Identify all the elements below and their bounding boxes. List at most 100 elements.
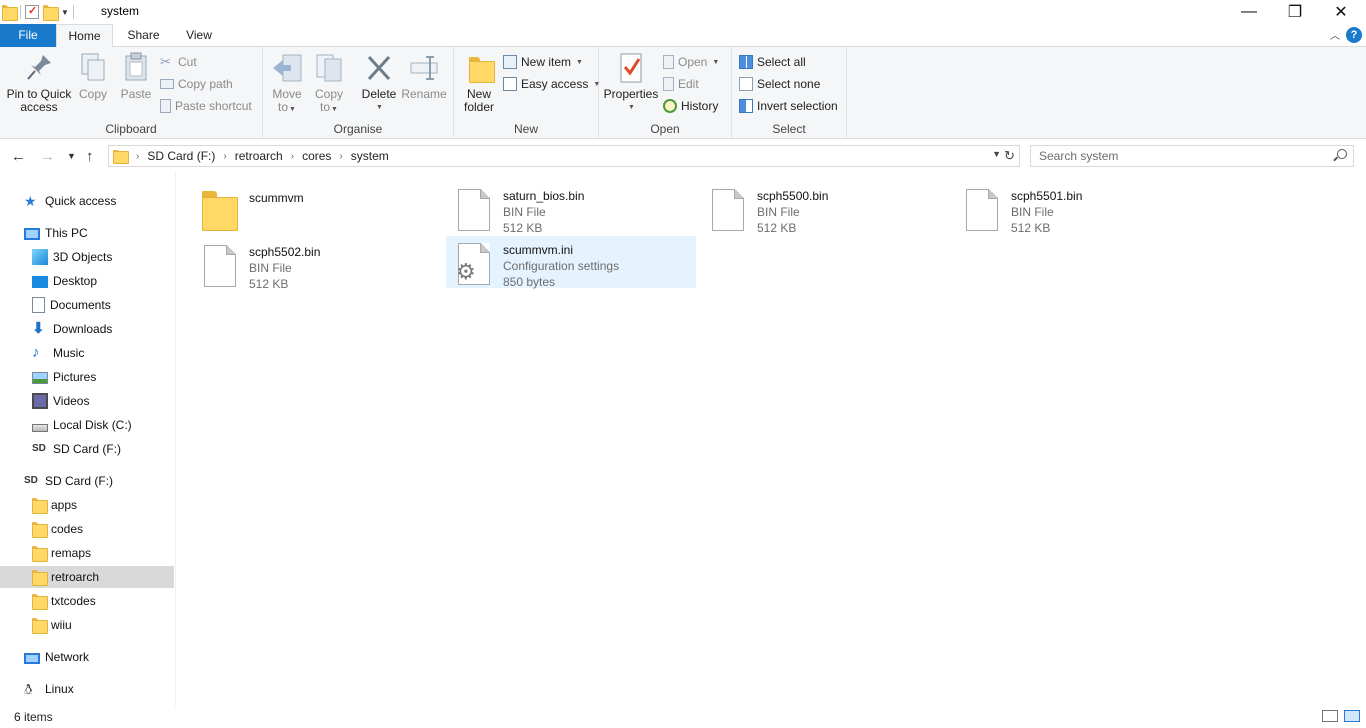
music-note-icon: ♪ [32,344,40,361]
delete-button[interactable]: Delete ▼ [359,51,399,114]
blank-file-icon [454,187,490,231]
sidebar-item-wiiu[interactable]: wiiu [32,614,72,636]
tab-view[interactable]: View [175,24,223,47]
new-item-button[interactable]: New item ▼ [503,52,583,72]
sidebar-item-videos[interactable]: Videos [32,390,89,412]
tab-share[interactable]: Share [118,24,169,47]
sidebar-item-retroarch[interactable]: retroarch [0,566,174,588]
cut-button[interactable]: ✂ Cut [160,52,197,72]
new-folder-button[interactable]: New folder [460,51,498,114]
delete-label: Delete [361,87,397,101]
file-tile-scummvm-ini[interactable]: ⚙ scummvm.ini Configuration settings 850… [446,236,696,289]
new-folder-qat-icon[interactable] [43,5,59,21]
breadcrumb-retroarch[interactable]: retroarch [235,149,283,163]
forward-button[interactable]: → [40,148,55,165]
pin-to-quick-access-button[interactable]: Pin to Quick access [4,51,74,114]
ribbon: Pin to Quick access Copy Paste ✂ Cut Cop… [0,47,1366,139]
history-button[interactable]: History [663,96,718,116]
minimize-button[interactable]: — [1226,0,1272,24]
file-tile-scph5501[interactable]: scph5501.bin BIN File 512 KB [954,182,1204,235]
breadcrumb-cores[interactable]: cores [302,149,331,163]
help-icon[interactable]: ? [1346,27,1362,43]
file-tile-scph5502[interactable]: scph5502.bin BIN File 512 KB [192,238,442,291]
move-to-button[interactable]: Move to▼ [269,51,305,116]
details-view-icon[interactable] [1322,710,1338,722]
file-name: scummvm.ini [503,243,574,257]
navigation-bar: ← → ▼ ↑ › SD Card (F:) › retroarch › cor… [0,140,1366,172]
tab-file[interactable]: File [0,24,56,47]
sd-card-icon: SD [32,443,46,454]
breadcrumb-sd-card[interactable]: SD Card (F:) [147,149,215,163]
easy-access-button[interactable]: Easy access ▼ [503,74,600,94]
qat-dropdown-icon[interactable]: ▼ [61,8,69,17]
location-folder-icon [113,149,129,165]
breadcrumb-separator[interactable]: › [291,151,294,162]
open-button[interactable]: Open ▼ [663,52,719,72]
copy-to-button[interactable]: Copy to▼ [311,51,347,116]
folder-icon [32,618,48,634]
sidebar-item-network[interactable]: Network [24,646,89,668]
ribbon-collapse-icon[interactable]: ︿ [1330,27,1340,42]
properties-icon [615,51,647,85]
sidebar-item-codes[interactable]: codes [32,518,83,540]
sidebar-item-label: Linux [45,682,74,696]
file-tile-saturn-bios[interactable]: saturn_bios.bin BIN File 512 KB [446,182,696,235]
sidebar-item-quick-access[interactable]: ★ Quick access [24,190,116,212]
search-input[interactable]: Search system [1030,145,1354,167]
edit-button[interactable]: Edit [663,74,699,94]
select-none-icon [739,77,753,91]
breadcrumb-system[interactable]: system [351,149,389,163]
sidebar-item-music[interactable]: ♪ Music [32,342,84,364]
refresh-icon[interactable]: ↻ [1004,148,1015,164]
breadcrumb-separator[interactable]: › [223,151,226,162]
sidebar-item-local-disk[interactable]: Local Disk (C:) [32,414,132,436]
blank-file-icon [200,243,236,287]
sidebar-item-remaps[interactable]: remaps [32,542,91,564]
sidebar-item-pictures[interactable]: Pictures [32,366,96,388]
sidebar-item-sd-card[interactable]: SD SD Card (F:) [24,470,113,492]
close-button[interactable]: ✕ [1318,0,1364,24]
copy-path-icon [160,79,174,89]
address-dropdown-icon[interactable]: ▼ [992,149,1001,159]
properties-button[interactable]: Properties ▼ [603,51,659,114]
sidebar-item-this-pc[interactable]: This PC [24,222,88,244]
quick-access-toolbar: ✓ ▼ [2,3,74,21]
file-tile-scummvm-folder[interactable]: scummvm [192,182,442,234]
paste-button[interactable]: Paste [118,51,154,101]
properties-qat-icon[interactable]: ✓ [25,5,39,19]
tab-home[interactable]: Home [56,24,113,48]
sidebar-item-desktop[interactable]: Desktop [32,270,97,292]
sidebar-item-apps[interactable]: apps [32,494,172,516]
sidebar-item-sd-card-pc[interactable]: SD SD Card (F:) [32,438,121,460]
maximize-button[interactable]: ❐ [1272,0,1318,24]
scissors-icon: ✂ [160,54,171,69]
sidebar-item-documents[interactable]: Documents [32,294,111,316]
folder-icon [32,570,48,586]
paste-shortcut-button[interactable]: Paste shortcut [160,96,252,116]
file-tile-scph5500[interactable]: scph5500.bin BIN File 512 KB [700,182,950,235]
sidebar-item-3d-objects[interactable]: 3D Objects [32,246,112,268]
desktop-icon [32,276,48,288]
sidebar-item-downloads[interactable]: ⬇ Downloads [32,318,112,340]
pictures-icon [32,372,48,384]
up-button[interactable]: ↑ [86,148,94,165]
file-type: BIN File [249,261,292,275]
paste-shortcut-icon [160,99,171,113]
file-type: BIN File [1011,205,1054,219]
invert-selection-button[interactable]: Invert selection [739,96,838,116]
select-none-button[interactable]: Select none [739,74,820,94]
back-button[interactable]: ← [11,148,26,165]
copy-path-button[interactable]: Copy path [160,74,233,94]
breadcrumb-separator[interactable]: › [339,151,342,162]
sidebar-item-label: txtcodes [51,594,96,608]
sidebar-item-linux[interactable]: 🐧︎ Linux [24,678,74,700]
rename-button[interactable]: Rename [401,51,447,101]
copy-button[interactable]: Copy [76,51,110,101]
large-icons-view-icon[interactable] [1344,710,1360,722]
sidebar-item-label: Documents [50,298,111,312]
select-group-label: Select [772,122,806,136]
select-all-button[interactable]: Select all [739,52,806,72]
recent-locations-dropdown[interactable]: ▼ [67,151,76,161]
address-bar[interactable]: › SD Card (F:) › retroarch › cores › sys… [108,145,1020,167]
sidebar-item-txtcodes[interactable]: txtcodes [32,590,96,612]
